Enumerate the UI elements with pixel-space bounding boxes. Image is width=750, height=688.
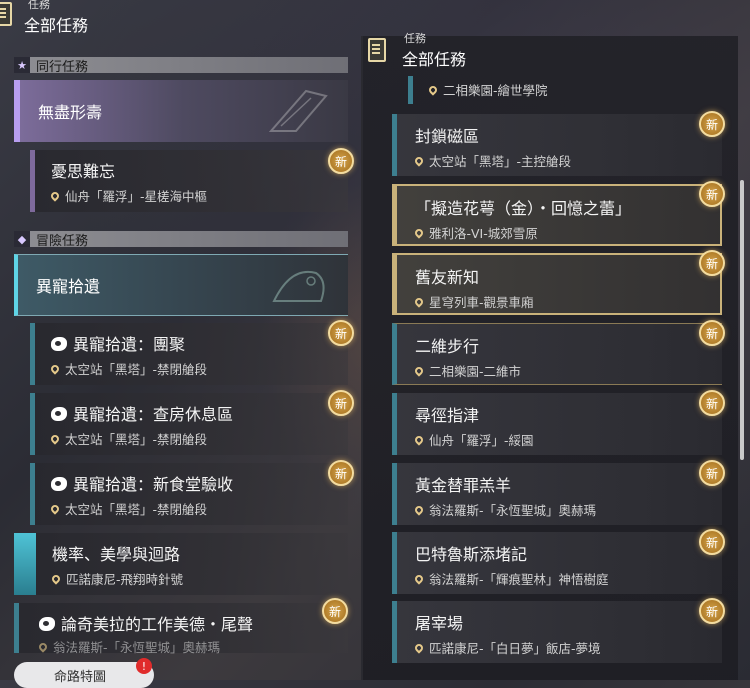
panel-title: 全部任務 — [402, 50, 467, 69]
quest-book-icon — [0, 2, 12, 26]
quest-location: 二相樂園-二維市 — [413, 361, 521, 380]
quest-item-jilv[interactable]: 機率、美學與迴路 匹諾康尼-飛翔時針號 — [36, 533, 348, 595]
new-badge: 新 — [322, 598, 348, 624]
section-header-adventure: ◆ 冒險任務 — [14, 231, 348, 249]
quest-item-huangjin[interactable]: 黃金替罪羔羊 翁法羅斯-「永恆聖城」奧赫瑪 — [392, 463, 722, 525]
quest-title: 論奇美拉的工作美德・尾聲 — [39, 611, 253, 635]
quest-item-tuanju[interactable]: 異寵拾遺：團聚 太空站「黑塔」-禁閉艙段 — [30, 323, 348, 385]
location-pin-icon — [413, 433, 425, 446]
new-badge: 新 — [328, 148, 354, 174]
pet-quest-icon — [51, 477, 67, 491]
section-title: 冒險任務 — [36, 233, 89, 249]
quest-location: 太空站「黑塔」-禁閉艙段 — [49, 429, 207, 448]
quest-location: 匹諾康尼-飛翔時針號 — [50, 569, 183, 588]
quest-location: 翁法羅斯-「永恆聖城」奧赫瑪 — [37, 637, 220, 656]
location-pin-icon — [37, 640, 49, 653]
quest-item-partial[interactable]: 二相樂園-繪世學院 — [408, 76, 722, 104]
quest-location: 匹諾康尼-「白日夢」飯店-夢境 — [413, 638, 601, 657]
quest-item-huae[interactable]: 「擬造花萼（金）・回憶之蕾」 雅利洛-VI-城郊雪原 — [392, 184, 722, 246]
section-header-companion: ★ 同行任務 — [14, 57, 348, 75]
map-button[interactable]: 命路特圖 — [14, 662, 154, 688]
header-label: 任務 — [404, 32, 426, 45]
location-pin-icon — [49, 189, 61, 202]
quest-location: 雅利洛-VI-城郊雪原 — [413, 223, 538, 242]
quest-title: 憂思難忘 — [51, 162, 116, 181]
new-badge: 新 — [699, 390, 725, 416]
quest-item-chafang[interactable]: 異寵拾遺：查房休息區 太空站「黑塔」-禁閉艙段 — [30, 393, 348, 455]
location-pin-icon — [49, 362, 61, 375]
category-title: 無盡形壽 — [38, 103, 103, 122]
location-pin-icon — [427, 83, 439, 96]
quest-item-jiuyou[interactable]: 舊友新知 星穹列車-觀景車廂 — [392, 253, 722, 315]
quest-location: 太空站「黑塔」-禁閉艙段 — [49, 499, 207, 518]
location-pin-icon — [413, 572, 425, 585]
quest-book-icon — [368, 38, 386, 62]
new-badge: 新 — [699, 320, 725, 346]
section-title: 同行任務 — [36, 59, 89, 75]
quest-item-tuzaichang[interactable]: 屠宰場 匹諾康尼-「白日夢」飯店-夢境 — [392, 601, 722, 663]
quest-location: 二相樂園-繪世學院 — [427, 80, 548, 99]
quest-title: 異寵拾遺：新食堂驗收 — [51, 471, 233, 495]
location-pin-icon — [413, 154, 425, 167]
category-stripe-icon — [14, 533, 36, 595]
quest-title: 封鎖磁區 — [415, 127, 480, 146]
quest-location: 仙舟「羅浮」-綏園 — [413, 430, 534, 449]
location-pin-icon — [413, 364, 425, 377]
feather-emblem-icon — [268, 89, 328, 132]
location-pin-icon — [413, 295, 425, 308]
alert-badge: ! — [136, 658, 152, 674]
quest-item-xinshitang[interactable]: 異寵拾遺：新食堂驗收 太空站「黑塔」-禁閉艙段 — [30, 463, 348, 525]
quest-location: 太空站「黑塔」-主控艙段 — [413, 151, 571, 170]
new-badge: 新 — [328, 320, 354, 346]
new-badge: 新 — [699, 181, 725, 207]
new-badge: 新 — [699, 598, 725, 624]
header-label: 任務 — [28, 0, 50, 11]
new-badge: 新 — [699, 111, 725, 137]
pet-quest-icon — [51, 407, 67, 421]
diamond-icon: ◆ — [14, 231, 30, 247]
quest-title: 尋徑指津 — [415, 406, 480, 425]
quest-title: 黃金替罪羔羊 — [415, 476, 512, 495]
new-badge: 新 — [328, 390, 354, 416]
quest-title: 機率、美學與迴路 — [52, 545, 181, 564]
quest-item-qimeila[interactable]: 論奇美拉的工作美德・尾聲 翁法羅斯-「永恆聖城」奧赫瑪 — [14, 603, 348, 656]
quest-title: 巴特魯斯添堵記 — [415, 545, 528, 564]
quest-location: 仙舟「羅浮」-星槎海中樞 — [49, 186, 207, 205]
quest-location: 星穹列車-觀景車廂 — [413, 292, 534, 311]
quest-title: 屠宰場 — [415, 614, 464, 633]
quest-location: 太空站「黑塔」-禁閉艙段 — [49, 359, 207, 378]
category-header-wujin[interactable]: 無盡形壽 — [14, 80, 348, 142]
quest-location: 翁法羅斯-「永恆聖城」奧赫瑪 — [413, 500, 596, 519]
quest-item-xunjing[interactable]: 尋徑指津 仙舟「羅浮」-綏園 — [392, 393, 722, 455]
quest-title: 異寵拾遺：查房休息區 — [51, 401, 233, 425]
new-badge: 新 — [699, 529, 725, 555]
location-pin-icon — [413, 226, 425, 239]
quest-title: 「擬造花萼（金）・回憶之蕾」 — [415, 199, 632, 218]
location-pin-icon — [413, 641, 425, 654]
scrollbar[interactable] — [740, 180, 744, 460]
new-badge: 新 — [699, 460, 725, 486]
quest-item-youSi[interactable]: 憂思難忘 仙舟「羅浮」-星槎海中樞 — [30, 150, 348, 212]
quest-item-fengsuo[interactable]: 封鎖磁區 太空站「黑塔」-主控艙段 — [392, 114, 722, 176]
new-badge: 新 — [699, 250, 725, 276]
quest-title: 異寵拾遺：團聚 — [51, 331, 185, 355]
category-title: 異寵拾遺 — [36, 277, 101, 296]
quest-title: 二維步行 — [415, 337, 480, 356]
quest-item-bateluosi[interactable]: 巴特魯斯添堵記 翁法羅斯-「輝痕聖林」神悟樹庭 — [392, 532, 722, 594]
location-pin-icon — [50, 572, 62, 585]
location-pin-icon — [49, 432, 61, 445]
quest-item-erwei[interactable]: 二維步行 二相樂園-二維市 — [392, 323, 722, 385]
page-title: 全部任務 — [24, 16, 89, 35]
quest-location: 翁法羅斯-「輝痕聖林」神悟樹庭 — [413, 569, 609, 588]
pet-quest-icon — [51, 337, 67, 351]
new-badge: 新 — [328, 460, 354, 486]
quest-title: 舊友新知 — [415, 268, 480, 287]
pet-quest-icon — [39, 617, 55, 631]
location-pin-icon — [413, 503, 425, 516]
location-pin-icon — [49, 502, 61, 515]
creature-emblem-icon — [272, 270, 325, 302]
star-icon: ★ — [14, 57, 30, 73]
category-header-yichong[interactable]: 異寵拾遺 — [14, 254, 348, 316]
